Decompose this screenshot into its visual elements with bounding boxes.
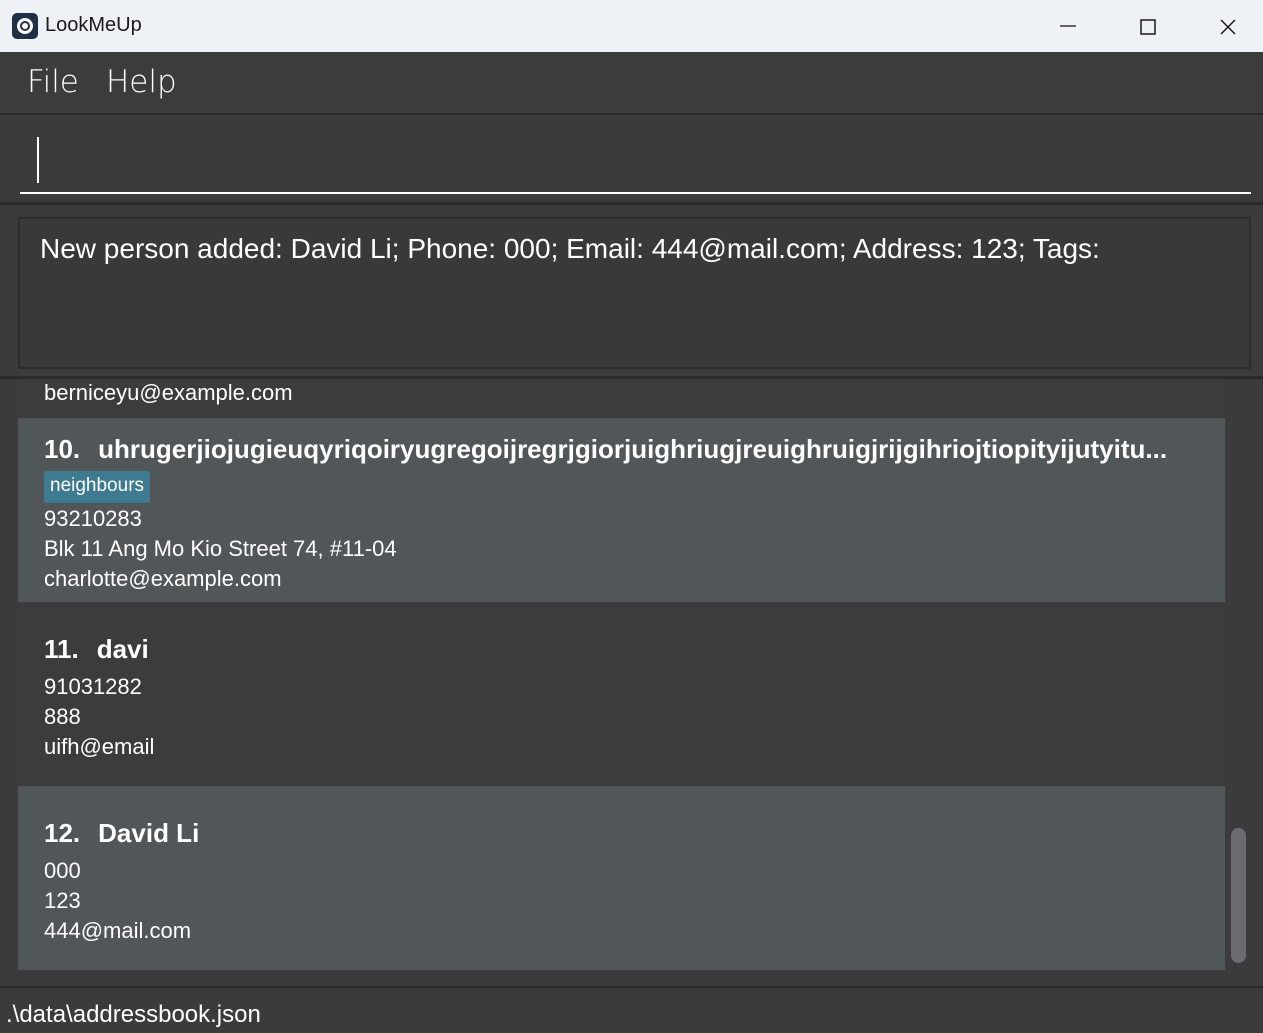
scrollbar-thumb[interactable] xyxy=(1231,828,1246,963)
person-email: charlotte@example.com xyxy=(44,566,282,591)
person-address: 888 xyxy=(44,704,81,729)
person-name-text: David Li xyxy=(98,818,200,848)
person-phone: 000 xyxy=(44,858,81,883)
command-input[interactable] xyxy=(20,132,1251,194)
result-message: New person added: David Li; Phone: 000; … xyxy=(40,233,1100,264)
person-index: 10. xyxy=(44,434,81,464)
person-name-text: uhrugerjiojugieuqyriqoiryugregoijregrjgi… xyxy=(98,434,1168,464)
title-bar: LookMeUp xyxy=(0,0,1263,52)
person-email: uifh@email xyxy=(44,734,155,759)
menu-file[interactable]: File xyxy=(27,64,79,100)
person-index: 11. xyxy=(44,634,79,664)
person-address: 123 xyxy=(44,888,81,913)
close-icon xyxy=(1220,19,1236,35)
maximize-icon xyxy=(1140,19,1156,35)
person-name: 10. uhrugerjiojugieuqyriqoiryugregoijregr… xyxy=(44,434,1167,465)
person-name: 12. David Li xyxy=(44,818,199,849)
menu-bar: File Help xyxy=(0,52,1263,115)
save-location: .\data\addressbook.json xyxy=(6,1001,261,1028)
app-eye-icon xyxy=(12,13,38,39)
person-card[interactable]: 11. davi 91031282 888 uifh@email xyxy=(18,602,1225,786)
person-email: berniceyu@example.com xyxy=(44,382,293,405)
result-display: New person added: David Li; Phone: 000; … xyxy=(0,207,1263,379)
person-email: 444@mail.com xyxy=(44,918,192,943)
minimize-icon xyxy=(1060,25,1076,27)
person-index: 12. xyxy=(44,818,81,848)
person-card[interactable]: 12. David Li 000 123 444@mail.com xyxy=(18,786,1225,970)
person-name: 11. davi xyxy=(44,634,149,665)
maximize-button[interactable] xyxy=(1108,0,1188,52)
person-list[interactable]: berniceyu@example.com 10. uhrugerjiojugie… xyxy=(0,382,1263,986)
person-address: Blk 11 Ang Mo Kio Street 74, #11-04 xyxy=(44,536,397,561)
person-card[interactable]: 10. uhrugerjiojugieuqyriqoiryugregoijregr… xyxy=(18,418,1225,602)
tag-badge: neighbours xyxy=(44,471,151,503)
text-caret xyxy=(37,137,39,183)
person-phone: 93210283 xyxy=(44,506,142,531)
window-title: LookMeUp xyxy=(45,14,142,36)
person-phone: 91031282 xyxy=(44,674,142,699)
command-box xyxy=(0,116,1263,205)
menu-help[interactable]: Help xyxy=(106,64,177,100)
person-name-text: davi xyxy=(96,634,149,664)
person-list-viewport: berniceyu@example.com 10. uhrugerjiojugie… xyxy=(18,382,1225,986)
minimize-button[interactable] xyxy=(1028,0,1108,52)
person-card-partial[interactable]: berniceyu@example.com xyxy=(18,382,1225,418)
status-bar: .\data\addressbook.json xyxy=(0,986,1263,1033)
result-box[interactable]: New person added: David Li; Phone: 000; … xyxy=(18,217,1251,369)
close-button[interactable] xyxy=(1188,0,1263,52)
